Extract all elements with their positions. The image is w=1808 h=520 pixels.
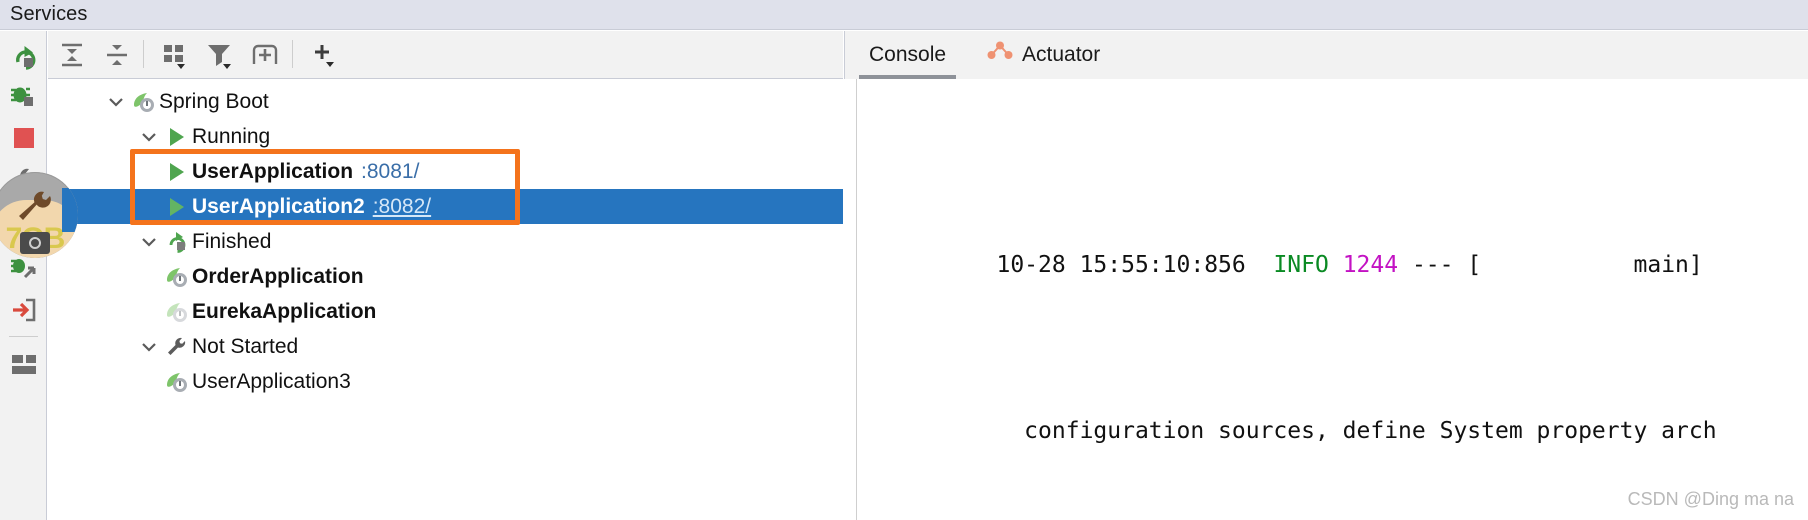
log-line: configuration sources, define System pro… bbox=[858, 370, 1808, 444]
rerun-icon[interactable] bbox=[5, 39, 43, 77]
console-log-lines: 10-28 15:55:10:856 INFO 1244 --- [ main]… bbox=[858, 79, 1808, 520]
layout-icon[interactable] bbox=[5, 346, 43, 384]
tree-node-label: UserApplication bbox=[192, 159, 354, 183]
spring-boot-icon bbox=[129, 84, 159, 119]
watermark: CSDN @Ding ma na bbox=[1627, 489, 1794, 509]
chevron-down-icon[interactable] bbox=[136, 224, 162, 259]
selection-sliver bbox=[62, 188, 78, 232]
run-triangle-icon bbox=[162, 154, 192, 189]
stop-icon[interactable] bbox=[5, 119, 43, 157]
tool-window-header: Services bbox=[0, 0, 1808, 30]
page-title: Services bbox=[10, 3, 88, 25]
tree-node-label: Not Started bbox=[192, 334, 299, 358]
console-panel: Console Actuator 10-28 15:55:10:856 INFO… bbox=[844, 31, 1808, 520]
tree-node-label: Finished bbox=[192, 229, 272, 253]
side-action-bar bbox=[0, 31, 47, 520]
tree-node-label: EurekaApplication bbox=[192, 299, 377, 323]
tree-toolbar bbox=[48, 31, 843, 79]
screen-capture-overlay: 7GB bbox=[0, 172, 78, 258]
chevron-down-icon[interactable] bbox=[136, 329, 162, 364]
services-tree[interactable]: Spring Boot Running UserApplication :808… bbox=[48, 79, 843, 520]
toolbar-divider-2 bbox=[292, 40, 293, 68]
chevron-down-icon[interactable] bbox=[103, 84, 129, 119]
tree-node-userapplication2[interactable]: UserApplication2 :8082/ bbox=[48, 189, 843, 224]
group-by-icon[interactable] bbox=[156, 36, 194, 74]
tree-node-userapplication[interactable]: UserApplication :8081/ bbox=[48, 154, 843, 189]
side-divider bbox=[9, 336, 38, 337]
log-level: INFO bbox=[1273, 252, 1329, 278]
log-pid: 1244 bbox=[1342, 252, 1399, 278]
tab-console-label: Console bbox=[869, 43, 947, 66]
tree-node-finished[interactable]: Finished bbox=[48, 224, 843, 259]
run-triangle-icon bbox=[162, 119, 192, 154]
actuator-icon bbox=[987, 40, 1013, 70]
log-thread: [ main] bbox=[1467, 252, 1703, 278]
tree-node-running[interactable]: Running bbox=[48, 119, 843, 154]
tree-node-spring-boot[interactable]: Spring Boot bbox=[48, 84, 843, 119]
tree-node-userapplication3[interactable]: UserApplication3 bbox=[48, 364, 843, 399]
tab-actuator[interactable]: Actuator bbox=[977, 31, 1110, 79]
console-gutter bbox=[844, 79, 857, 520]
log-separator: --- bbox=[1411, 252, 1454, 278]
log-line: 10-28 15:55:10:856 INFO 1244 --- [ main] bbox=[858, 204, 1808, 278]
spring-boot-dim-icon bbox=[162, 294, 192, 329]
tree-node-label: Running bbox=[192, 124, 271, 148]
tree-node-label: UserApplication2 bbox=[192, 194, 365, 218]
filter-icon[interactable] bbox=[201, 36, 239, 74]
services-tool-window: Services Spring Boot Running UserApplica… bbox=[0, 0, 1808, 520]
tree-node-label: OrderApplication bbox=[192, 264, 364, 288]
chevron-down-icon[interactable] bbox=[136, 119, 162, 154]
log-message: configuration sources, define System pro… bbox=[996, 418, 1717, 444]
log-timestamp: 10-28 15:55:10:856 bbox=[996, 252, 1246, 278]
service-port-link[interactable]: :8082/ bbox=[373, 195, 431, 219]
run-triangle-icon bbox=[162, 189, 192, 224]
service-port-link[interactable]: :8081/ bbox=[361, 160, 419, 184]
toolbar-divider-1 bbox=[143, 40, 144, 68]
add-service-icon[interactable] bbox=[304, 36, 342, 74]
camera-icon bbox=[20, 232, 50, 254]
tab-console[interactable]: Console bbox=[859, 31, 957, 79]
rerun-icon bbox=[162, 224, 192, 259]
add-tab-icon[interactable] bbox=[246, 36, 284, 74]
tree-node-label: Spring Boot bbox=[159, 89, 269, 113]
console-output[interactable]: 10-28 15:55:10:856 INFO 1244 --- [ main]… bbox=[844, 79, 1808, 520]
spring-boot-icon bbox=[162, 364, 192, 399]
console-tabs: Console Actuator bbox=[844, 31, 1808, 79]
spring-boot-icon bbox=[162, 259, 192, 294]
debug-icon[interactable] bbox=[5, 78, 43, 116]
wrench-icon bbox=[162, 329, 192, 364]
tree-node-not-started[interactable]: Not Started bbox=[48, 329, 843, 364]
tree-node-orderapplication[interactable]: OrderApplication bbox=[48, 259, 843, 294]
enter-icon[interactable] bbox=[5, 291, 43, 329]
tree-node-label: UserApplication3 bbox=[192, 369, 351, 393]
tab-actuator-label: Actuator bbox=[1022, 43, 1101, 66]
wrench-icon bbox=[19, 191, 51, 220]
collapse-all-icon[interactable] bbox=[98, 36, 136, 74]
expand-all-icon[interactable] bbox=[53, 36, 91, 74]
tree-node-eurekaapplication[interactable]: EurekaApplication bbox=[48, 294, 843, 329]
